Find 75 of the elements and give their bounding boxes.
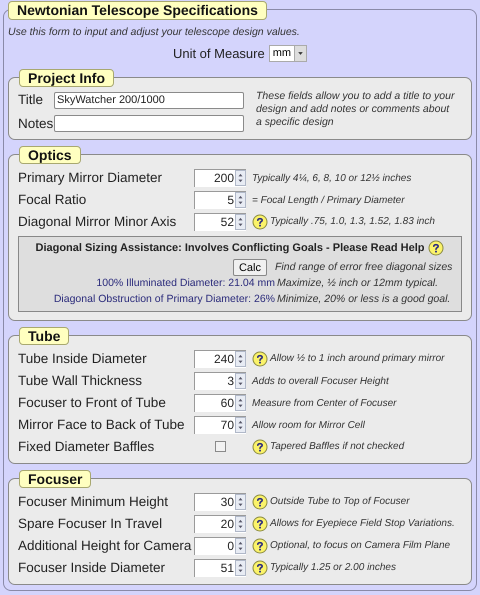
number-spinner[interactable]: 200: [194, 168, 246, 187]
field-label: Title: [18, 91, 44, 110]
number-spinner[interactable]: 240: [194, 350, 246, 368]
field-label: Primary Mirror Diameter: [18, 168, 164, 187]
help-icon[interactable]: [428, 240, 444, 256]
number-spinner[interactable]: 30: [194, 492, 246, 511]
spinner-arrows-icon[interactable]: [235, 494, 246, 510]
assist-title: Diagonal Sizing Assistance: Involves Conflicting Goals - Please Read Help: [36, 240, 424, 256]
spinner-arrows-icon[interactable]: [235, 516, 246, 532]
note-text: These fields allow you to add a title to your design and add notes or comments about a specific design: [256, 90, 456, 130]
spinner-arrows-icon[interactable]: [235, 372, 246, 389]
hint-text: Allow ½ to 1 inch around primary mirror: [270, 352, 445, 365]
field-label: Notes: [18, 114, 54, 132]
number-spinner[interactable]: 3: [194, 372, 246, 390]
help-icon[interactable]: [252, 494, 268, 510]
help-icon[interactable]: [252, 214, 268, 230]
help-icon[interactable]: [252, 560, 268, 576]
result-text: Diagonal Obstruction of Primary Diameter: 26%: [52, 292, 275, 307]
hint-text: Typically 1.25 or 2.00 inches: [270, 560, 396, 574]
help-icon[interactable]: [252, 538, 268, 554]
field-label: Focuser to Front of Tube: [18, 394, 167, 412]
section-title: Optics: [19, 146, 81, 164]
help-icon[interactable]: [252, 438, 268, 455]
checkbox[interactable]: [214, 441, 226, 452]
section-title: Tube: [19, 326, 70, 345]
hint-text: Tapered Baffles if not checked: [270, 440, 404, 453]
hint-text: Measure from Center of Focuser: [252, 396, 396, 410]
field-label: Additional Height for Camera: [18, 536, 192, 555]
help-icon[interactable]: [252, 350, 268, 367]
hint-text: Adds to overall Focuser Height: [252, 374, 389, 388]
hint-text: Minimize, 20% or less is a good goal.: [277, 292, 450, 307]
hint-text: Typically .75, 1.0, 1.3, 1.52, 1.83 inch: [270, 214, 435, 228]
number-spinner[interactable]: 52: [194, 212, 246, 231]
field-label: Focuser Inside Diameter: [18, 558, 166, 577]
spinner-arrows-icon[interactable]: [235, 214, 246, 230]
spinner-arrows-icon[interactable]: [235, 192, 246, 208]
field-label: Fixed Diameter Baffles: [18, 438, 156, 456]
number-spinner[interactable]: 70: [194, 416, 246, 434]
calc-button[interactable]: Calc: [232, 259, 267, 276]
text-field[interactable]: SkyWatcher 200/1000: [54, 92, 244, 109]
field-label: Diagonal Mirror Minor Axis: [18, 212, 178, 231]
spinner-arrows-icon[interactable]: [235, 416, 246, 433]
unit-label: Unit of Measure: [172, 44, 265, 63]
hint-text: Typically 4¼, 6, 8, 10 or 12½ inches: [252, 172, 412, 185]
text-field[interactable]: [54, 115, 244, 132]
field-label: Focal Ratio: [18, 190, 88, 209]
hint-text: Allows for Eyepiece Field Stop Variations.: [270, 516, 455, 530]
hint-text: Optional, to focus on Camera Film Plane: [270, 538, 450, 552]
number-spinner[interactable]: 0: [194, 536, 246, 555]
field-label: Mirror Face to Back of Tube: [18, 416, 186, 434]
hint-text: Maximize, ½ inch or 12mm typical.: [277, 276, 438, 292]
number-spinner[interactable]: 5: [194, 190, 246, 209]
spinner-arrows-icon[interactable]: [235, 560, 246, 576]
spinner-arrows-icon[interactable]: [235, 350, 246, 367]
result-text: 100% Illuminated Diameter: 21.04 mm: [95, 276, 275, 292]
hint-text: Allow room for Mirror Cell: [252, 418, 365, 432]
spinner-arrows-icon[interactable]: [235, 538, 246, 554]
form-title: Newtonian Telescope Specifications: [8, 1, 267, 20]
hint-text: = Focal Length / Primary Diameter: [252, 194, 405, 207]
field-label: Tube Wall Thickness: [18, 372, 144, 390]
section-title: Focuser: [19, 470, 92, 488]
number-spinner[interactable]: 51: [194, 558, 246, 577]
hint-text: Find range of error free diagonal sizes: [275, 260, 452, 275]
unit-select[interactable]: mm: [268, 45, 308, 62]
intro-text: Use this form to input and adjust your telescope design values.: [8, 25, 301, 40]
spinner-arrows-icon[interactable]: [235, 394, 246, 411]
number-spinner[interactable]: 60: [194, 394, 246, 412]
field-label: Spare Focuser In Travel: [18, 514, 164, 533]
help-icon[interactable]: [252, 516, 268, 532]
field-label: Tube Inside Diameter: [18, 350, 148, 368]
hint-text: Outside Tube to Top of Focuser: [270, 494, 410, 508]
field-label: Focuser Minimum Height: [18, 492, 170, 511]
spinner-arrows-icon[interactable]: [235, 170, 246, 186]
number-spinner[interactable]: 20: [194, 514, 246, 533]
section-title: Project Info: [19, 69, 114, 88]
